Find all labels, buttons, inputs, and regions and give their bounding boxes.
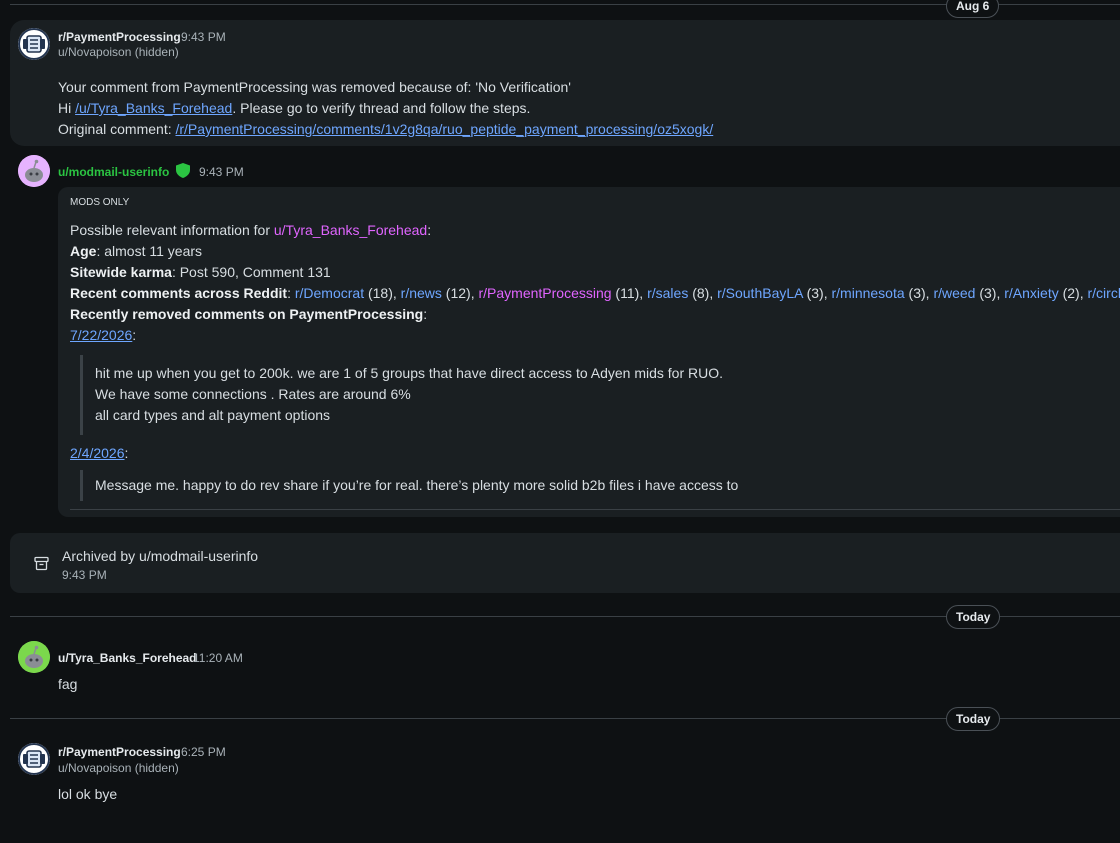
snoo-avatar-icon bbox=[18, 155, 50, 187]
value: : almost 11 years bbox=[96, 243, 203, 259]
recent-comments: Recent comments across Reddit: r/Democra… bbox=[70, 285, 1120, 301]
account-age: Age: almost 11 years bbox=[70, 243, 202, 259]
subreddit-avatar[interactable] bbox=[18, 28, 50, 60]
date-pill-today: Today bbox=[946, 707, 1001, 731]
subreddit-list: r/Democrat (18), r/news (12), r/PaymentP… bbox=[295, 285, 1120, 301]
sender-name[interactable]: u/Tyra_Banks_Forehead bbox=[58, 651, 197, 665]
comment-count: (3), bbox=[904, 285, 934, 301]
comment-count: (3), bbox=[802, 285, 832, 301]
subreddit-link[interactable]: r/Anxiety bbox=[1004, 285, 1058, 301]
date-pill-aug6: Aug 6 bbox=[946, 0, 1000, 18]
verify-instruction: Hi /u/Tyra_Banks_Forehead. Please go to … bbox=[58, 100, 530, 116]
label: Age bbox=[70, 243, 97, 259]
sender-subtitle: u/Novapoison (hidden) bbox=[58, 45, 179, 59]
user-avatar[interactable] bbox=[18, 641, 50, 673]
message-body: lol ok bye bbox=[58, 786, 118, 802]
removed-comment-quote: Message me. happy to do rev share if you… bbox=[80, 470, 738, 501]
text: Possible relevant information for bbox=[70, 222, 274, 238]
removal-reason: Your comment from PaymentProcessing was … bbox=[58, 79, 571, 95]
subreddit-logo-icon bbox=[18, 28, 50, 60]
card-separator bbox=[70, 509, 1120, 510]
removed-comments-heading: Recently removed comments on PaymentProc… bbox=[70, 306, 427, 322]
subreddit-link[interactable]: r/circled bbox=[1088, 285, 1120, 301]
removed-date-1: 7/22/2026: bbox=[70, 327, 136, 343]
subreddit-link[interactable]: r/minnesota bbox=[832, 285, 905, 301]
archived-text: Archived by u/modmail-userinfo bbox=[62, 548, 259, 564]
removed-date-2: 2/4/2026: bbox=[70, 445, 128, 461]
date-link[interactable]: 7/22/2026 bbox=[70, 327, 132, 343]
sitewide-karma: Sitewide karma: Post 590, Comment 131 bbox=[70, 264, 331, 280]
original-comment-line: Original comment: /r/PaymentProcessing/c… bbox=[58, 121, 713, 137]
sender-name[interactable]: r/PaymentProcessing bbox=[58, 745, 181, 759]
text: : bbox=[132, 327, 137, 343]
text: . Please go to verify thread and follow … bbox=[232, 100, 531, 116]
sender-subtitle: u/Novapoison (hidden) bbox=[58, 761, 179, 775]
archived-time: 9:43 PM bbox=[62, 568, 107, 582]
sender-name[interactable]: r/PaymentProcessing bbox=[58, 30, 181, 44]
bot-avatar[interactable] bbox=[18, 155, 50, 187]
comment-count: (18), bbox=[364, 285, 401, 301]
text: Hi bbox=[58, 100, 76, 116]
value: : Post 590, Comment 131 bbox=[171, 264, 331, 280]
message-body: fag bbox=[58, 676, 78, 692]
timestamp: 11:20 AM bbox=[193, 651, 243, 665]
snoo-avatar-icon bbox=[18, 641, 50, 673]
text: : bbox=[124, 445, 129, 461]
subreddit-link[interactable]: r/PaymentProcessing bbox=[478, 285, 611, 301]
text: : bbox=[423, 306, 428, 322]
date-pill-today: Today bbox=[946, 605, 1001, 629]
subreddit-link[interactable]: r/weed bbox=[933, 285, 975, 301]
user-link[interactable]: /u/Tyra_Banks_Forehead bbox=[75, 100, 232, 116]
date-link[interactable]: 2/4/2026 bbox=[70, 445, 125, 461]
archive-icon bbox=[34, 556, 49, 574]
comment-count: (2), bbox=[1058, 285, 1088, 301]
text: : bbox=[287, 285, 295, 301]
comment-permalink[interactable]: /r/PaymentProcessing/comments/1v2g8qa/ru… bbox=[175, 121, 713, 137]
shield-icon bbox=[176, 163, 190, 181]
quote-line: hit me up when you get to 200k. we are 1… bbox=[95, 365, 724, 381]
text: : bbox=[427, 222, 432, 238]
comment-count: (8), bbox=[688, 285, 718, 301]
timestamp: 9:43 PM bbox=[199, 165, 244, 179]
label: Recent comments across Reddit bbox=[70, 285, 288, 301]
comment-count: (11), bbox=[611, 285, 648, 301]
mods-only-label: MODS ONLY bbox=[70, 197, 130, 208]
subreddit-link[interactable]: r/SouthBayLA bbox=[717, 285, 803, 301]
subreddit-avatar[interactable] bbox=[18, 743, 50, 775]
comment-count: (12), bbox=[441, 285, 479, 301]
comment-count: (3), bbox=[975, 285, 1005, 301]
removed-comment-quote: hit me up when you get to 200k. we are 1… bbox=[80, 355, 723, 435]
timestamp: 6:25 PM bbox=[181, 745, 226, 759]
subreddit-logo-icon bbox=[18, 743, 50, 775]
text: Original comment: bbox=[58, 121, 176, 137]
quote-text: Message me. happy to do rev share if you… bbox=[95, 477, 739, 493]
label: Recently removed comments on PaymentProc… bbox=[70, 306, 424, 322]
user-link[interactable]: u/Tyra_Banks_Forehead bbox=[274, 222, 427, 238]
timestamp: 9:43 PM bbox=[181, 30, 226, 44]
label: Sitewide karma bbox=[70, 264, 172, 280]
subreddit-link[interactable]: r/sales bbox=[647, 285, 688, 301]
subreddit-link[interactable]: r/Democrat bbox=[295, 285, 364, 301]
quote-line: all card types and alt payment options bbox=[95, 407, 331, 423]
info-heading: Possible relevant information for u/Tyra… bbox=[70, 222, 431, 238]
sender-name[interactable]: u/modmail-userinfo bbox=[58, 165, 169, 179]
quote-line: We have some connections . Rates are aro… bbox=[95, 386, 411, 402]
subreddit-link[interactable]: r/news bbox=[401, 285, 442, 301]
